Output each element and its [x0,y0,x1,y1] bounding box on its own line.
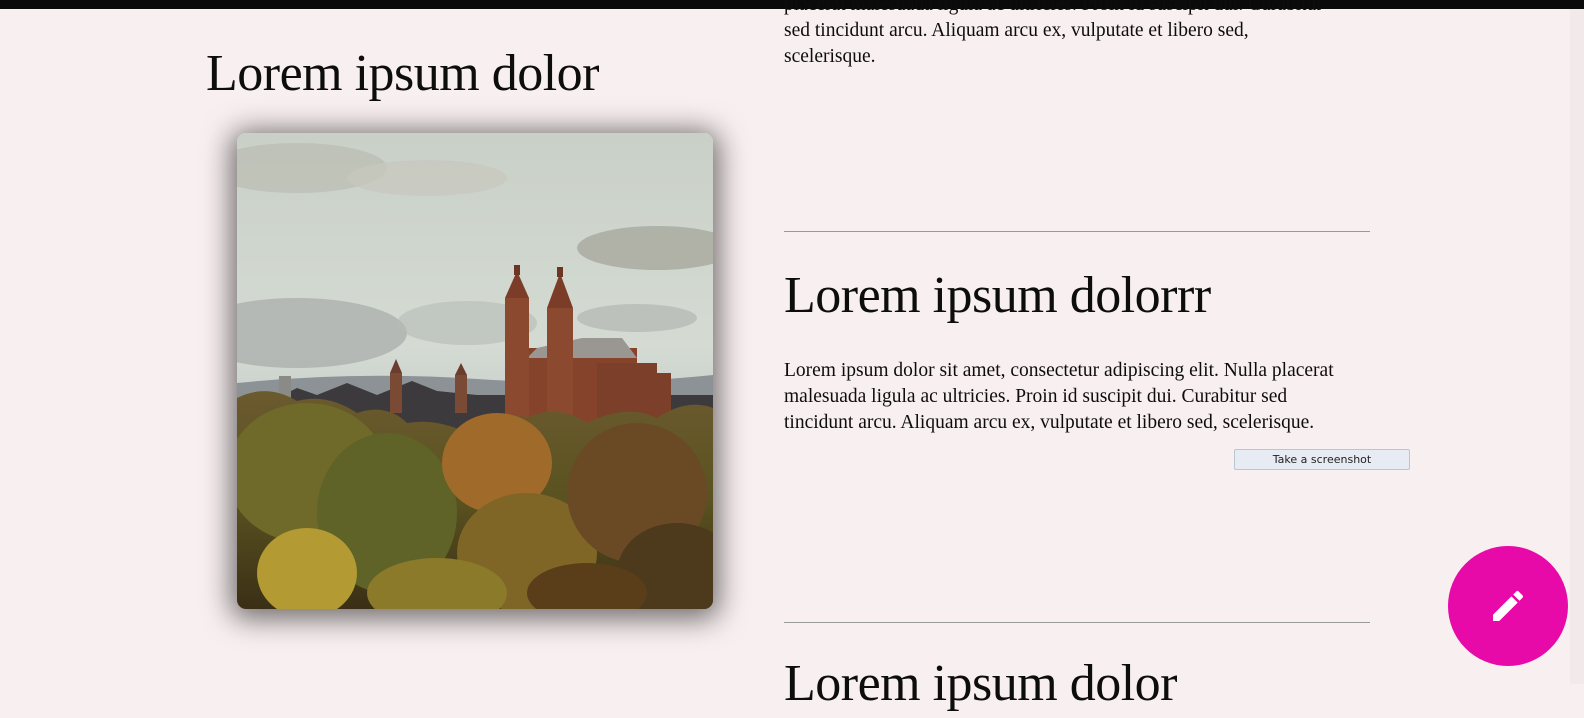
scrollbar-track[interactable] [1570,9,1584,684]
edit-fab-button[interactable] [1448,546,1568,666]
next-section-title: Lorem ipsum dolor [784,655,1178,712]
top-paragraph: placerat malesuada ligula ac ultricies. … [784,0,1323,67]
section-divider-bottom [784,622,1370,623]
pencil-icon [1493,590,1524,621]
section-title: Lorem ipsum dolorrr [784,267,1211,324]
left-heading: Lorem ipsum dolor [206,45,600,102]
section-paragraph: Lorem ipsum dolor sit amet, consectetur … [784,360,1334,433]
section-divider [784,231,1370,232]
take-screenshot-button[interactable]: Take a screenshot [1234,449,1410,470]
photo-illustration [237,133,713,609]
featured-photo [237,133,713,609]
